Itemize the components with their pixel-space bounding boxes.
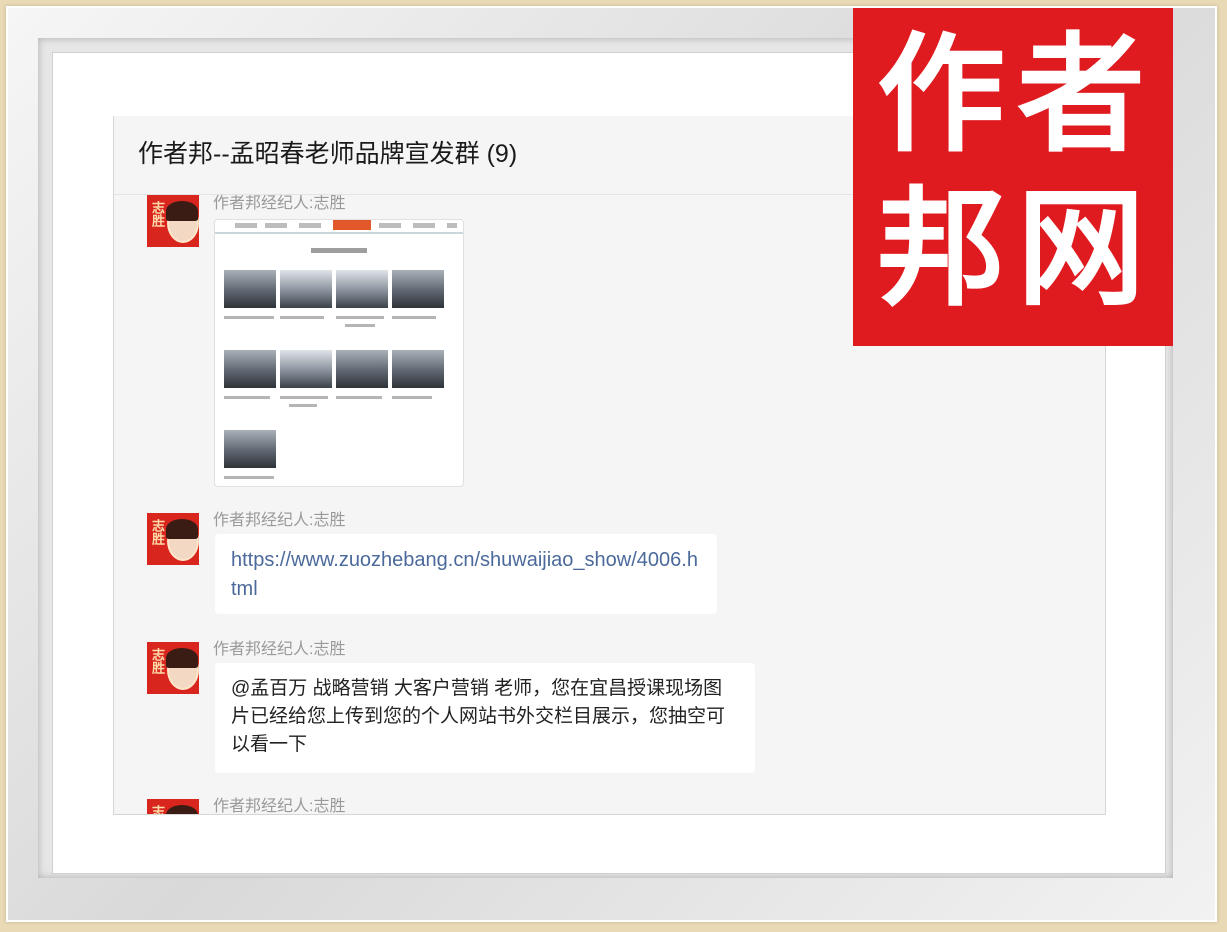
message-item: 志胜 作者邦经纪人:志胜 https://www.zuozhebang.cn/s… bbox=[114, 512, 1105, 633]
avatar-text: 志胜 bbox=[149, 201, 164, 227]
logo-char: 邦 bbox=[876, 175, 1005, 324]
message-text: @孟百万 战略营销 大客户营销 老师，您在宜昌授课现场图片已经给您上传到您的个人… bbox=[231, 678, 726, 755]
logo-char: 作 bbox=[876, 21, 1005, 170]
avatar-text: 志胜 bbox=[149, 805, 165, 814]
zuozhebang-logo: 作 者 邦 网 bbox=[853, 8, 1173, 346]
logo-char: 网 bbox=[1016, 175, 1145, 324]
avatar-text: 志胜 bbox=[149, 519, 164, 545]
message-item: 志胜 作者邦经纪人:志胜 @孟百万 战略营销 大客户营销 老师，您在宜昌授课现场… bbox=[114, 641, 1105, 792]
image-message-thumbnail[interactable] bbox=[214, 219, 464, 487]
message-item: 志胜 作者邦经纪人:志胜 bbox=[114, 798, 1105, 814]
sender-name: 作者邦经纪人:志胜 bbox=[213, 195, 346, 212]
avatar[interactable]: 志胜 bbox=[147, 642, 199, 694]
message-bubble: https://www.zuozhebang.cn/shuwaijiao_sho… bbox=[215, 534, 717, 614]
sender-name: 作者邦经纪人:志胜 bbox=[213, 798, 346, 814]
avatar[interactable]: 志胜 bbox=[147, 799, 199, 814]
message-bubble: @孟百万 战略营销 大客户营销 老师，您在宜昌授课现场图片已经给您上传到您的个人… bbox=[215, 663, 755, 773]
sender-name: 作者邦经纪人:志胜 bbox=[213, 641, 346, 658]
avatar[interactable]: 志胜 bbox=[147, 513, 199, 565]
logo-char: 者 bbox=[1016, 21, 1145, 170]
message-link[interactable]: https://www.zuozhebang.cn/shuwaijiao_sho… bbox=[231, 546, 701, 604]
thumbnail-nav-bar bbox=[215, 220, 463, 234]
chat-title: 作者邦--孟昭春老师品牌宣发群 (9) bbox=[138, 140, 518, 168]
avatar[interactable]: 志胜 bbox=[147, 195, 199, 247]
avatar-text: 志胜 bbox=[149, 648, 164, 674]
sender-name: 作者邦经纪人:志胜 bbox=[213, 512, 346, 529]
